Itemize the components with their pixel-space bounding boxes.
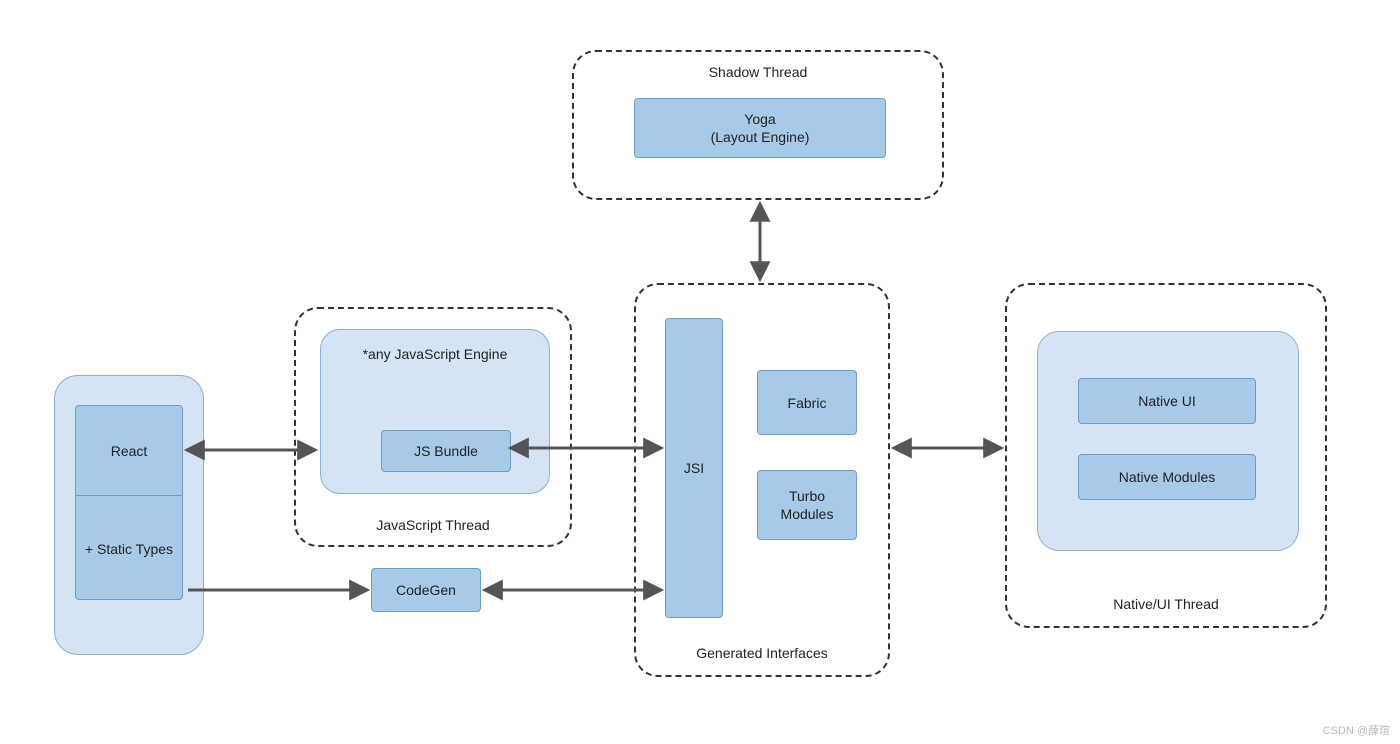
js-engine-container: *any JavaScript Engine JS Bundle (320, 329, 550, 494)
yoga-label-1: Yoga (744, 110, 775, 128)
native-modules-box: Native Modules (1078, 454, 1256, 500)
js-bundle-box: JS Bundle (381, 430, 511, 472)
shadow-thread-title: Shadow Thread (574, 64, 942, 80)
native-thread-title: Native/UI Thread (1007, 596, 1325, 612)
turbo-modules-box: Turbo Modules (757, 470, 857, 540)
native-inner-container (1037, 331, 1299, 551)
fabric-box: Fabric (757, 370, 857, 435)
jsi-box: JSI (665, 318, 723, 618)
turbo-modules-label: Turbo Modules (766, 487, 848, 523)
native-ui-box: Native UI (1078, 378, 1256, 424)
static-types-label: + Static Types (85, 541, 173, 557)
js-thread-container: JavaScript Thread *any JavaScript Engine… (294, 307, 572, 547)
yoga-box: Yoga (Layout Engine) (634, 98, 886, 158)
js-engine-label: *any JavaScript Engine (321, 346, 549, 362)
react-stack: React + Static Types (75, 405, 183, 600)
react-label: React (111, 443, 148, 459)
codegen-label: CodeGen (396, 582, 456, 598)
native-modules-label: Native Modules (1119, 469, 1216, 485)
fabric-label: Fabric (788, 395, 827, 411)
js-bundle-label: JS Bundle (414, 443, 478, 459)
js-thread-title: JavaScript Thread (296, 517, 570, 533)
codegen-box: CodeGen (371, 568, 481, 612)
yoga-label-2: (Layout Engine) (711, 128, 810, 146)
jsi-label: JSI (684, 460, 704, 476)
shadow-thread-container: Shadow Thread Yoga (Layout Engine) (572, 50, 944, 200)
generated-interfaces-title: Generated Interfaces (636, 645, 888, 661)
watermark: CSDN @薛瑄 (1323, 722, 1390, 738)
native-ui-label: Native UI (1138, 393, 1196, 409)
